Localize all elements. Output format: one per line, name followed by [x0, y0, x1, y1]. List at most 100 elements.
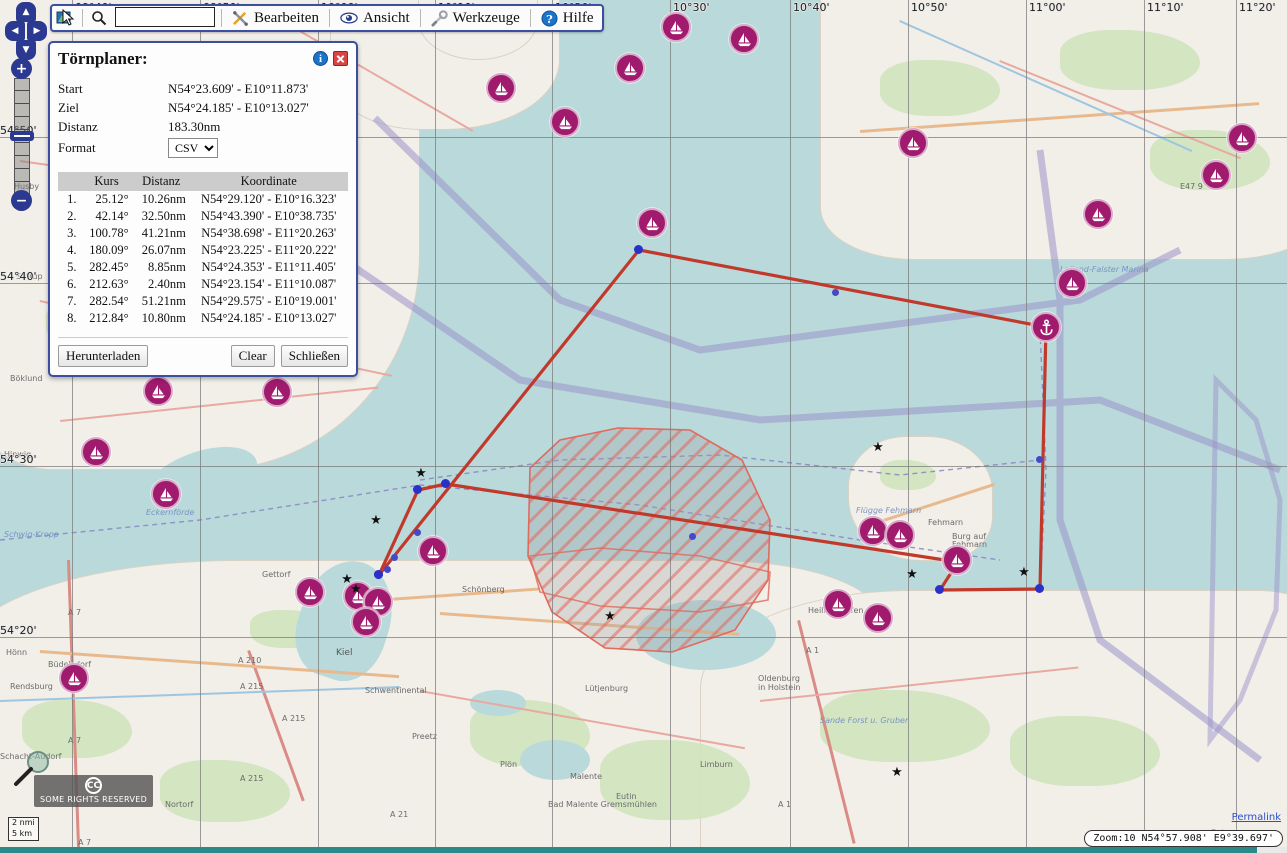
pointer-tool-button[interactable]	[53, 7, 79, 29]
pan-down-button[interactable]: ▼	[16, 40, 36, 60]
sailboat-icon[interactable]	[615, 53, 645, 83]
pan-up-button[interactable]: ▲	[16, 2, 36, 22]
seamark-star-icon[interactable]: ★	[415, 468, 427, 480]
sailboat-icon[interactable]	[151, 479, 181, 509]
table-cell-dist: 41.21nm	[133, 225, 190, 242]
sailboat-icon[interactable]	[295, 577, 325, 607]
table-row[interactable]: 8.212.84°10.80nmN54°24.185' - E10°13.027…	[59, 310, 348, 327]
sailboat-icon[interactable]	[858, 516, 888, 546]
zoom-slider-handle[interactable]	[10, 131, 34, 141]
map-application: SatrupBöklundHusbyHinwigSchwig-KroppHönn…	[0, 0, 1287, 853]
table-row[interactable]: 5.282.45°8.85nmN54°24.353' - E11°11.405'	[59, 259, 348, 276]
info-icon[interactable]: i	[313, 51, 328, 66]
table-row[interactable]: 4.180.09°26.07nmN54°23.225' - E11°20.222…	[59, 242, 348, 259]
table-row[interactable]: 7.282.54°51.21nmN54°29.575' - E10°19.001…	[59, 293, 348, 310]
graticule-meridian	[1144, 0, 1145, 853]
sailboat-icon[interactable]	[59, 663, 89, 693]
search-button[interactable]	[86, 7, 112, 29]
table-row[interactable]: 2.42.14°32.50nmN54°43.390' - E10°38.735'	[59, 208, 348, 225]
seamark-star-icon[interactable]: ★	[604, 611, 616, 623]
field-start-label: Start	[58, 81, 168, 97]
close-button[interactable]: Schließen	[281, 345, 348, 367]
sailboat-icon[interactable]	[823, 589, 853, 619]
table-cell-dist: 51.21nm	[133, 293, 190, 310]
table-row[interactable]: 3.100.78°41.21nmN54°38.698' - E11°20.263…	[59, 225, 348, 242]
pointer-tool-icon	[56, 8, 76, 28]
pan-right-button[interactable]: ▶	[27, 21, 47, 41]
table-cell-kurs: 282.54°	[81, 293, 133, 310]
download-button[interactable]: Herunterladen	[58, 345, 148, 367]
table-cell-coord: N54°29.575' - E10°19.001'	[190, 293, 348, 310]
permalink-link[interactable]: Permalink	[1232, 812, 1281, 823]
sailboat-icon[interactable]	[863, 603, 893, 633]
menu-werkzeuge-label: Werkzeuge	[453, 10, 520, 27]
table-cell-dist: 8.85nm	[133, 259, 190, 276]
graticule-meridian	[1026, 0, 1027, 853]
table-cell-coord: N54°23.154' - E11°10.087'	[190, 276, 348, 293]
table-cell-idx: 6.	[59, 276, 81, 293]
menu-werkzeuge[interactable]: Werkzeuge	[424, 7, 527, 29]
eye-icon	[340, 11, 358, 25]
scale-km: 5 km	[8, 829, 39, 841]
field-distanz-value: 183.30nm	[168, 119, 220, 135]
graticule-meridian	[435, 0, 436, 853]
seamark-star-icon[interactable]: ★	[1018, 567, 1030, 579]
cc-license-text: SOME RIGHTS RESERVED	[40, 795, 147, 804]
seamark-star-icon[interactable]: ★	[350, 584, 362, 596]
close-icon[interactable]	[333, 51, 348, 66]
sailboat-icon[interactable]	[418, 536, 448, 566]
menu-hilfe[interactable]: ? Hilfe	[534, 7, 601, 29]
tools-icon	[232, 10, 249, 27]
sailboat-icon[interactable]	[1201, 160, 1231, 190]
clear-button[interactable]: Clear	[231, 345, 275, 367]
dialog-fields: Start N54°23.609' - E10°11.873' Ziel N54…	[58, 79, 348, 160]
table-cell-kurs: 42.14°	[81, 208, 133, 225]
menu-bearbeiten-label: Bearbeiten	[254, 10, 319, 27]
search-input[interactable]	[115, 7, 215, 27]
table-row[interactable]: 1.25.12°10.26nmN54°29.120' - E10°16.323'	[59, 191, 348, 209]
table-cell-idx: 7.	[59, 293, 81, 310]
seamark-star-icon[interactable]: ★	[891, 767, 903, 779]
zoom-in-button[interactable]: +	[11, 58, 32, 79]
sailboat-icon[interactable]	[351, 607, 381, 637]
zoom-out-button[interactable]: −	[11, 190, 32, 211]
cc-license-badge[interactable]: CC SOME RIGHTS RESERVED	[34, 775, 153, 807]
sailboat-icon[interactable]	[262, 377, 292, 407]
table-cell-kurs: 212.84°	[81, 310, 133, 327]
table-cell-kurs: 180.09°	[81, 242, 133, 259]
table-cell-idx: 2.	[59, 208, 81, 225]
sailboat-icon[interactable]	[486, 73, 516, 103]
sailboat-icon[interactable]	[885, 520, 915, 550]
dialog-title: Törnplaner:	[58, 49, 148, 69]
sailboat-icon[interactable]	[550, 107, 580, 137]
dialog-title-bar: Törnplaner: i	[58, 49, 348, 69]
col-koordinate: Koordinate	[190, 173, 348, 191]
table-cell-dist: 26.07nm	[133, 242, 190, 259]
sailboat-icon[interactable]	[81, 437, 111, 467]
sailboat-icon[interactable]	[637, 208, 667, 238]
table-row[interactable]: 6.212.63°2.40nmN54°23.154' - E11°10.087'	[59, 276, 348, 293]
format-select[interactable]: CSV	[168, 138, 218, 158]
graticule-meridian	[670, 0, 671, 853]
pan-left-button[interactable]: ◀	[5, 21, 25, 41]
sailboat-icon[interactable]	[1083, 199, 1113, 229]
sailboat-icon[interactable]	[661, 12, 691, 42]
table-cell-kurs: 282.45°	[81, 259, 133, 276]
sailboat-icon[interactable]	[898, 128, 928, 158]
sailboat-icon[interactable]	[729, 24, 759, 54]
sailboat-icon[interactable]	[942, 545, 972, 575]
sailboat-icon[interactable]	[1057, 268, 1087, 298]
sailboat-icon[interactable]	[143, 376, 173, 406]
seamark-star-icon[interactable]: ★	[906, 569, 918, 581]
seamark-star-icon[interactable]: ★	[872, 442, 884, 454]
seamark-star-icon[interactable]: ★	[370, 515, 382, 527]
table-cell-coord: N54°43.390' - E10°38.735'	[190, 208, 348, 225]
menu-ansicht[interactable]: Ansicht	[333, 7, 417, 29]
field-ziel: Ziel N54°24.185' - E10°13.027'	[58, 98, 348, 117]
sailboat-icon[interactable]	[1227, 123, 1257, 153]
table-cell-idx: 8.	[59, 310, 81, 327]
anchor-icon[interactable]	[1031, 312, 1061, 342]
menu-bearbeiten[interactable]: Bearbeiten	[225, 7, 326, 29]
pan-control: ▲ ◀ ▶ ▼	[5, 2, 47, 60]
field-format: Format CSV	[58, 136, 348, 160]
